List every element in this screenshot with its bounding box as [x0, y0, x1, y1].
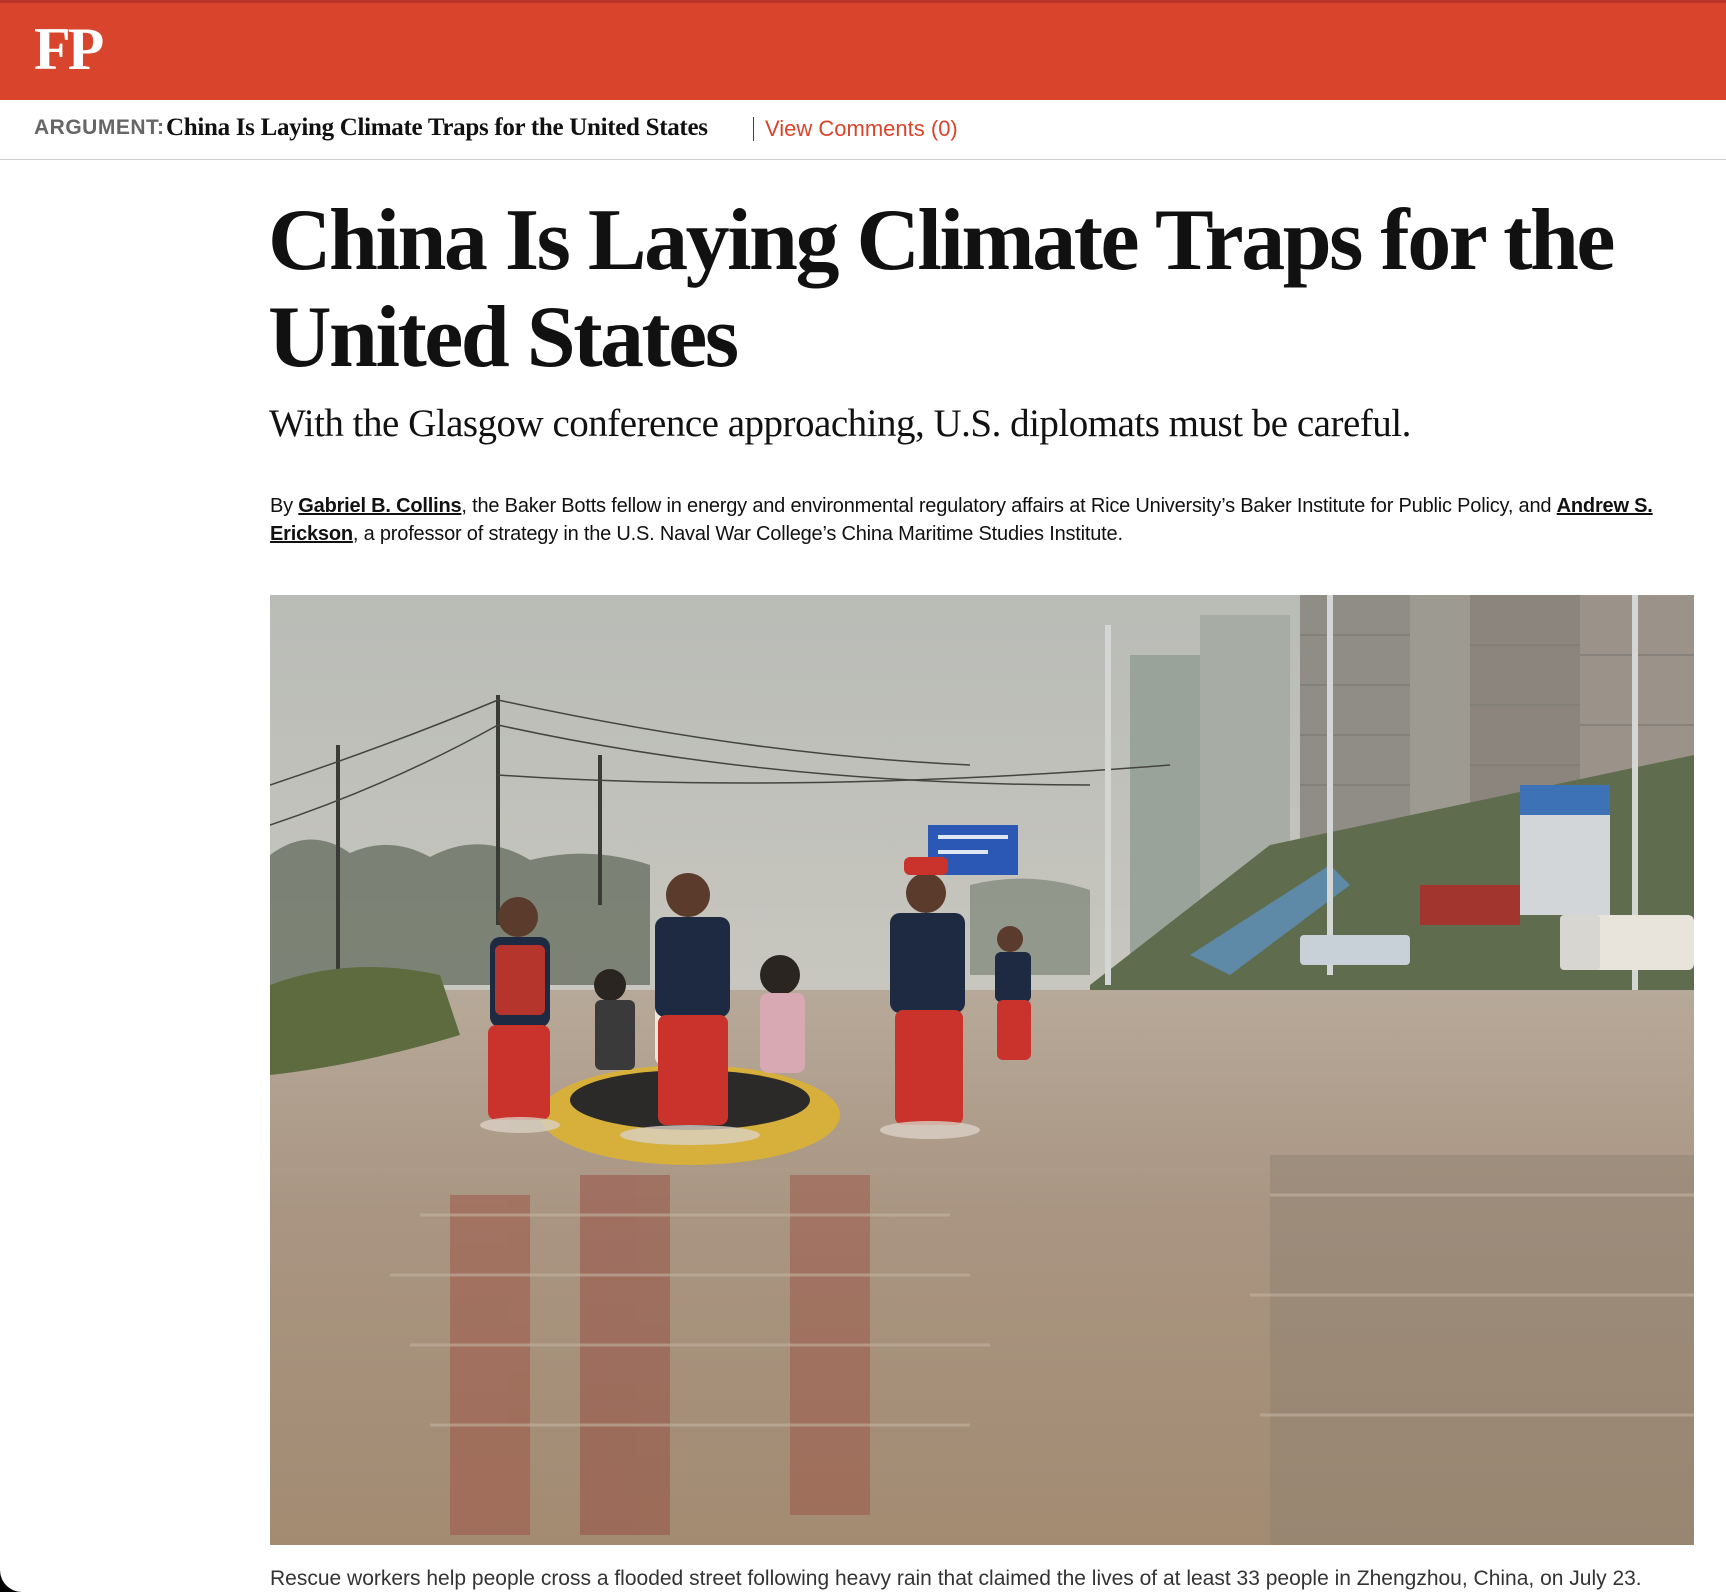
- top-brand-bar: FP: [0, 0, 1726, 100]
- author-link-collins[interactable]: Gabriel B. Collins: [298, 495, 461, 517]
- subbar-article-title: China Is Laying Climate Traps for the Un…: [166, 114, 708, 141]
- article-headline: China Is Laying Climate Traps for the Un…: [268, 192, 1615, 386]
- author-description: , a professor of strategy in the U.S. Na…: [352, 523, 1123, 545]
- byline-prefix: By: [270, 495, 299, 517]
- subbar-divider: [753, 117, 754, 141]
- article-byline: By Gabriel B. Collins, the Baker Botts f…: [270, 492, 1690, 548]
- view-comments-link[interactable]: View Comments (0): [765, 116, 958, 142]
- subbar-kicker: ARGUMENT:: [34, 116, 165, 139]
- window-corner: [0, 1570, 22, 1592]
- fp-logo[interactable]: FP: [34, 19, 104, 79]
- image-caption: Rescue workers help people cross a flood…: [270, 1567, 1642, 1590]
- author-description: , the Baker Botts fellow in energy and e…: [461, 495, 1557, 517]
- article-dek: With the Glasgow conference approaching,…: [269, 402, 1411, 445]
- hero-image: [270, 595, 1694, 1545]
